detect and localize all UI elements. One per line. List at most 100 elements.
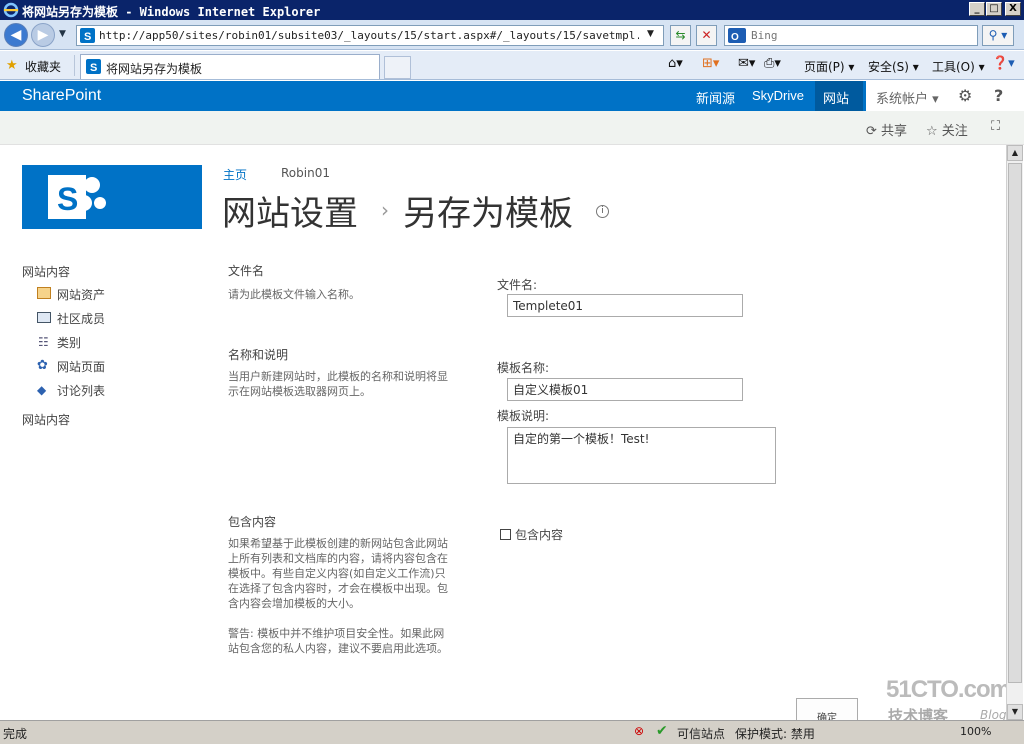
compatibility-refresh-icon[interactable]: ⇆ bbox=[670, 25, 691, 46]
help-icon[interactable]: ❓▾ bbox=[992, 56, 1015, 71]
ribbon: ⟳ 共享 ☆ 关注 ⛶ bbox=[0, 111, 1024, 145]
search-input[interactable] bbox=[751, 28, 971, 43]
include-content-label[interactable]: 包含内容 bbox=[515, 526, 563, 543]
address-dropdown-icon[interactable]: ▼ bbox=[647, 29, 654, 39]
watermark-site: 51CTO.com bbox=[886, 676, 1011, 703]
page-subtitle: 另存为模板 bbox=[403, 194, 573, 234]
content-section-title: 包含内容 bbox=[228, 515, 277, 529]
mail-icon[interactable]: ✉▾ bbox=[738, 56, 755, 71]
tools-menu-label: 工具(O) bbox=[932, 60, 975, 74]
zoom-level[interactable]: 100% bbox=[960, 725, 991, 738]
tab-title: 将网站另存为模板 bbox=[106, 62, 203, 76]
quicklaunch-item-site-assets[interactable]: 网站资产 bbox=[57, 286, 105, 303]
quicklaunch-item-members[interactable]: 社区成员 bbox=[57, 310, 105, 327]
name-section-desc-1: 当用户新建网站时，此模板的名称和说明将显 bbox=[228, 370, 448, 383]
popup-blocked-icon[interactable]: ⊗ bbox=[634, 724, 644, 738]
window-title: 将网站另存为模板 - Windows Internet Explorer bbox=[22, 5, 321, 19]
breadcrumb-site[interactable]: Robin01 bbox=[281, 166, 330, 180]
nav-skydrive[interactable]: SkyDrive bbox=[752, 88, 804, 103]
quicklaunch-item-discussion[interactable]: 讨论列表 bbox=[57, 382, 105, 399]
nav-sites-tab[interactable]: 网站 bbox=[815, 81, 863, 111]
quicklaunch-header[interactable]: 网站内容 bbox=[22, 263, 70, 280]
members-icon bbox=[37, 312, 51, 323]
title-separator: › bbox=[381, 198, 389, 222]
file-section-desc: 请为此模板文件输入名称。 bbox=[228, 288, 360, 301]
minimize-button[interactable]: _ bbox=[969, 2, 985, 16]
address-bar[interactable]: S ▼ bbox=[76, 25, 664, 46]
file-label: 文件名: bbox=[497, 278, 538, 292]
safety-menu[interactable]: 安全(S) ▾ bbox=[868, 58, 919, 75]
site-pages-icon: ✿ bbox=[37, 358, 48, 373]
svg-text:O: O bbox=[731, 32, 739, 43]
site-logo[interactable]: S bbox=[22, 165, 202, 229]
ok-button[interactable]: 确定 bbox=[796, 698, 858, 722]
history-dropdown-icon[interactable]: ▼ bbox=[59, 29, 66, 39]
print-icon[interactable]: ⎙▾ bbox=[764, 56, 781, 71]
search-icon[interactable]: ⚲ ▾ bbox=[982, 25, 1014, 46]
name-section-desc-2: 示在网站模板选取器网页上。 bbox=[228, 385, 371, 398]
account-name: 系统帐户 bbox=[876, 92, 929, 107]
sharepoint-brand[interactable]: SharePoint bbox=[22, 87, 101, 105]
browser-tab[interactable]: S 将网站另存为模板 bbox=[80, 54, 380, 79]
nav-newsfeed[interactable]: 新闻源 bbox=[696, 88, 735, 107]
breadcrumb-home[interactable]: 主页 bbox=[223, 166, 247, 183]
nav-sites-label: 网站 bbox=[823, 91, 850, 106]
stop-icon[interactable]: ✕ bbox=[696, 25, 717, 46]
quicklaunch-item-site-pages[interactable]: 网站页面 bbox=[57, 358, 105, 375]
status-bar: 完成 ⊗ ✔ 可信站点 保护模式: 禁用 100% bbox=[0, 720, 1024, 744]
quicklaunch-item-categories[interactable]: 类别 bbox=[57, 334, 81, 351]
close-window-button[interactable]: X bbox=[1005, 2, 1021, 16]
scroll-thumb[interactable] bbox=[1008, 163, 1022, 683]
scroll-up-icon[interactable]: ▲ bbox=[1007, 145, 1023, 161]
account-menu[interactable]: 系统帐户 ▾ bbox=[876, 88, 939, 107]
window-title-bar: 将网站另存为模板 - Windows Internet Explorer _ □… bbox=[0, 0, 1024, 20]
svg-text:S: S bbox=[84, 31, 91, 43]
maximize-button[interactable]: □ bbox=[986, 2, 1002, 16]
template-name-label: 模板名称: bbox=[497, 361, 550, 375]
site-assets-icon bbox=[37, 287, 51, 299]
content-desc-line: 模板中。有些自定义内容(如自定义工作流)只 bbox=[228, 567, 446, 580]
favorites-bar: ★ 收藏夹 S 将网站另存为模板 ⌂▾ ⊞▾ ✉▾ ⎙▾ 页面(P) ▾ 安全(… bbox=[0, 51, 1024, 80]
page-menu[interactable]: 页面(P) ▾ bbox=[804, 58, 854, 75]
focus-content-icon[interactable]: ⛶ bbox=[991, 119, 1000, 134]
feeds-icon[interactable]: ⊞▾ bbox=[702, 56, 719, 71]
settings-gear-icon[interactable]: ⚙ bbox=[958, 86, 972, 105]
search-box[interactable]: O bbox=[724, 25, 978, 46]
account-area: 系统帐户 ▾ ⚙ ? bbox=[866, 81, 1024, 111]
file-name-input[interactable] bbox=[507, 294, 743, 317]
vertical-scrollbar[interactable]: ▲ ▼ bbox=[1006, 145, 1023, 720]
file-section-title: 文件名 bbox=[228, 264, 265, 278]
template-desc-textarea[interactable]: 自定的第一个模板！Test! bbox=[507, 427, 776, 484]
back-button[interactable]: ◀ bbox=[4, 23, 28, 47]
help-question-icon[interactable]: ? bbox=[994, 86, 1003, 105]
include-content-checkbox[interactable] bbox=[500, 529, 511, 540]
address-toolbar: ◀ ▶ ▼ S ▼ ⇆ ✕ O ⚲ ▾ bbox=[0, 20, 1024, 50]
svg-text:S: S bbox=[57, 181, 78, 217]
status-text: 完成 bbox=[3, 727, 28, 741]
template-name-input[interactable] bbox=[507, 378, 743, 401]
divider bbox=[74, 55, 75, 76]
follow-button[interactable]: ☆ 关注 bbox=[926, 120, 968, 139]
template-desc-label: 模板说明: bbox=[497, 409, 550, 423]
trusted-check-icon: ✔ bbox=[656, 723, 668, 739]
share-button[interactable]: ⟳ 共享 bbox=[866, 120, 907, 139]
content-warning-line: 站包含您的私人内容，建议不要启用此选项。 bbox=[228, 642, 448, 655]
suite-bar: SharePoint 新闻源 SkyDrive 网站 系统帐户 ▾ ⚙ ? bbox=[0, 81, 1024, 111]
tools-menu[interactable]: 工具(O) ▾ bbox=[932, 58, 985, 75]
quicklaunch-footer[interactable]: 网站内容 bbox=[22, 411, 70, 428]
name-section-title: 名称和说明 bbox=[228, 348, 289, 362]
favorites-button[interactable]: 收藏夹 bbox=[25, 58, 61, 75]
forward-button[interactable]: ▶ bbox=[31, 23, 55, 47]
content-desc-line: 含内容会增加模板的大小。 bbox=[228, 597, 360, 610]
tab-favicon-icon: S bbox=[86, 59, 101, 74]
favorites-star-icon: ★ bbox=[6, 58, 18, 73]
sharepoint-logo-icon: S bbox=[48, 175, 106, 219]
home-icon[interactable]: ⌂▾ bbox=[668, 56, 683, 71]
new-tab-button[interactable] bbox=[384, 56, 411, 79]
page-menu-label: 页面(P) bbox=[804, 60, 845, 74]
info-icon[interactable]: i bbox=[596, 205, 609, 218]
content-warning-line: 警告: 模板中并不维护项目安全性。如果此网 bbox=[228, 627, 445, 640]
svg-text:S: S bbox=[90, 62, 97, 74]
address-input[interactable] bbox=[99, 28, 639, 43]
scroll-down-icon[interactable]: ▼ bbox=[1007, 704, 1023, 720]
